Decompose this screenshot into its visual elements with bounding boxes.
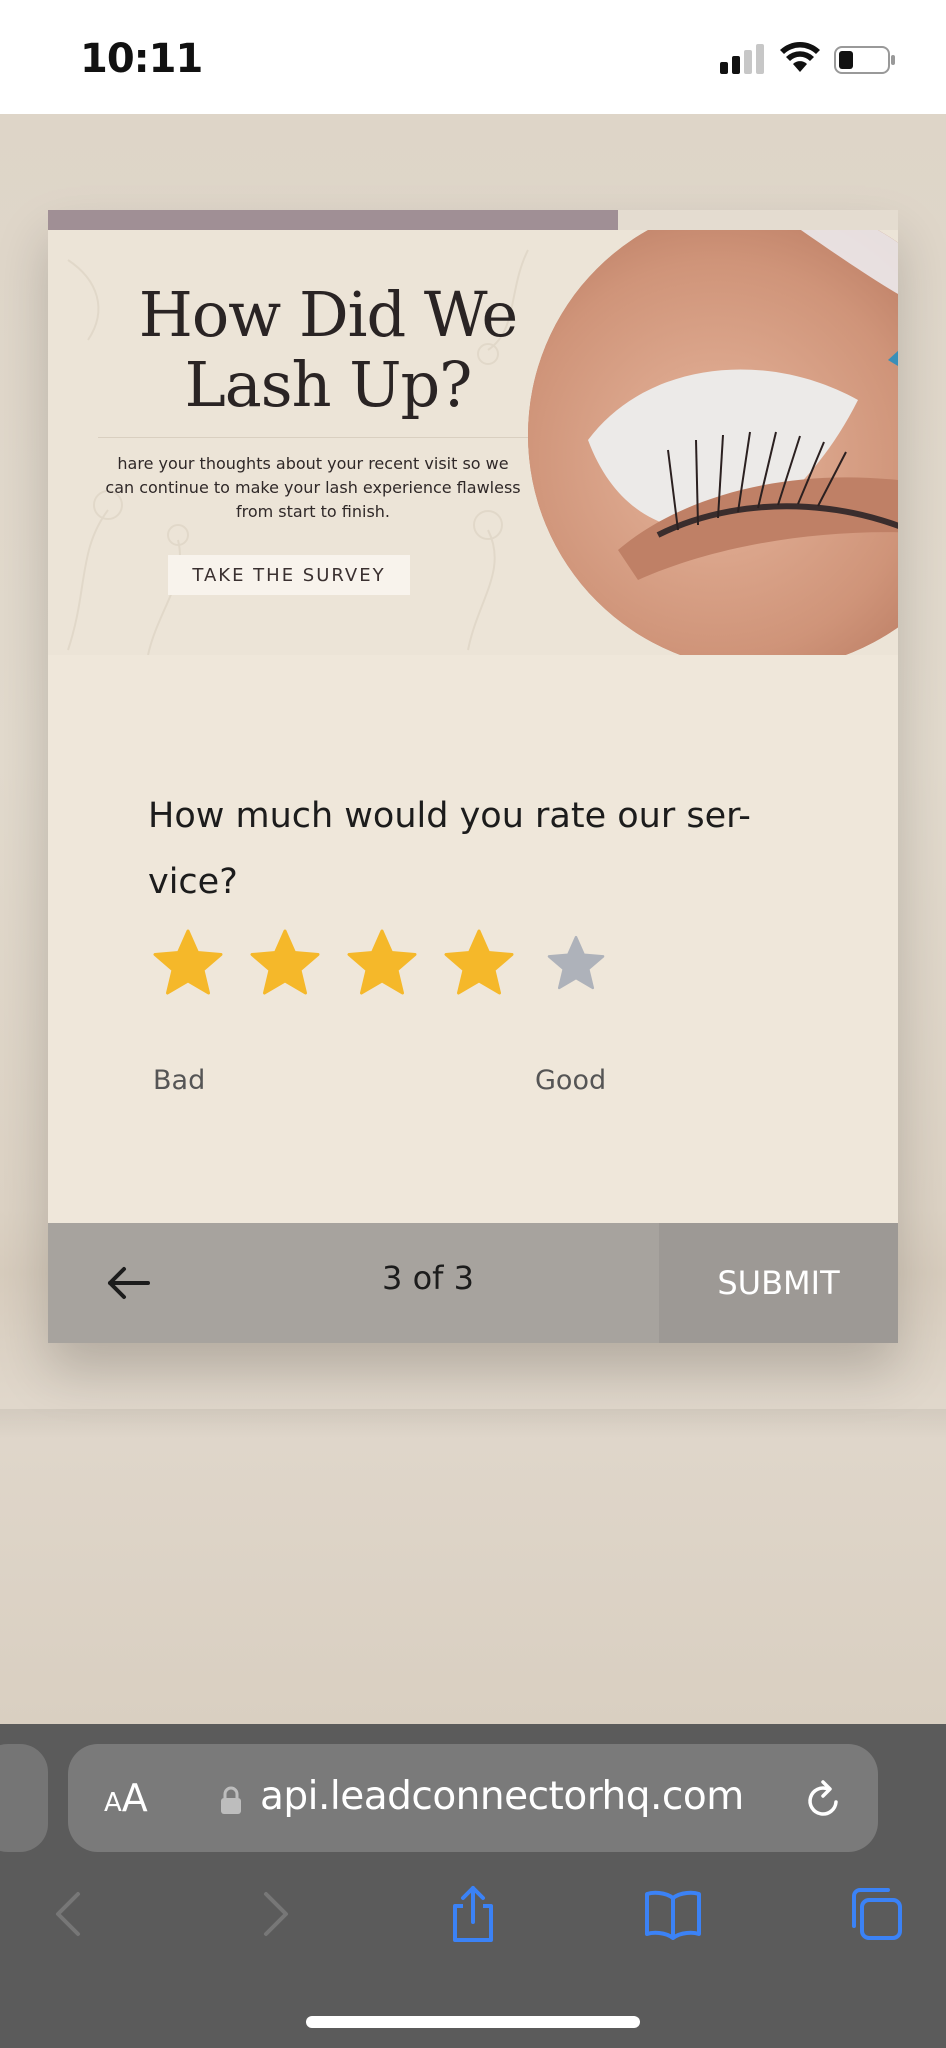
- headline-line-2: Lash Up?: [184, 348, 473, 421]
- previous-tab-peek[interactable]: [0, 1744, 48, 1852]
- home-indicator: [306, 2016, 640, 2028]
- cellular-signal-icon: [720, 44, 764, 74]
- back-button[interactable]: [98, 1253, 158, 1313]
- battery-icon: [834, 46, 895, 74]
- reload-icon[interactable]: [804, 1778, 844, 1820]
- aa-small-letter: A: [104, 1788, 122, 1818]
- submit-button[interactable]: SUBMIT: [659, 1223, 898, 1343]
- status-bar: 10:11: [0, 0, 946, 114]
- take-survey-button: TAKE THE SURVEY: [168, 555, 410, 595]
- banner-headline: How Did We Lash Up?: [68, 280, 588, 420]
- aa-big-letter: A: [121, 1776, 148, 1820]
- rating-low-label: Bad: [153, 1065, 206, 1096]
- star-2-filled-icon[interactable]: [245, 925, 325, 1005]
- banner-divider: [98, 437, 528, 438]
- browser-toolbar: AA api.leadconnectorhq.com: [0, 1724, 946, 2048]
- back-icon[interactable]: [40, 1884, 100, 1944]
- forward-icon[interactable]: [244, 1884, 304, 1944]
- progress-bar: [48, 210, 898, 230]
- share-icon[interactable]: [443, 1884, 503, 1944]
- url-text: api.leadconnectorhq.com: [260, 1774, 744, 1819]
- address-bar[interactable]: AA api.leadconnectorhq.com: [68, 1744, 878, 1852]
- banner-body: hare your thoughts about your recent vis…: [105, 454, 521, 521]
- page-indicator: 3 of 3: [382, 1259, 474, 1297]
- status-icons: [720, 42, 900, 78]
- question-area: How much would you rate our ser-vice? Ba…: [48, 655, 898, 1223]
- lock-icon: [221, 1786, 241, 1814]
- bookmarks-icon[interactable]: [643, 1884, 703, 1944]
- star-4-filled-icon[interactable]: [439, 925, 519, 1005]
- star-1-filled-icon[interactable]: [148, 925, 228, 1005]
- progress-fill: [48, 210, 618, 230]
- rating-high-label: Good: [535, 1065, 607, 1096]
- question-text: How much would you rate our ser-vice?: [148, 796, 751, 902]
- lash-photo: [528, 230, 898, 655]
- reader-settings-button[interactable]: AA: [104, 1776, 148, 1820]
- survey-banner: How Did We Lash Up? hare your thoughts a…: [48, 230, 898, 655]
- eye-illustration-icon: [528, 230, 898, 655]
- wifi-icon: [780, 42, 820, 72]
- tabs-icon[interactable]: [846, 1884, 906, 1944]
- headline-line-1: How Did We: [138, 278, 518, 351]
- status-time: 10:11: [80, 36, 203, 82]
- survey-card: How Did We Lash Up? hare your thoughts a…: [48, 210, 898, 1343]
- star-5-empty-icon[interactable]: [536, 925, 616, 1005]
- survey-footer: 3 of 3 SUBMIT: [48, 1223, 898, 1343]
- star-3-filled-icon[interactable]: [342, 925, 422, 1005]
- arrow-left-icon: [108, 1267, 150, 1299]
